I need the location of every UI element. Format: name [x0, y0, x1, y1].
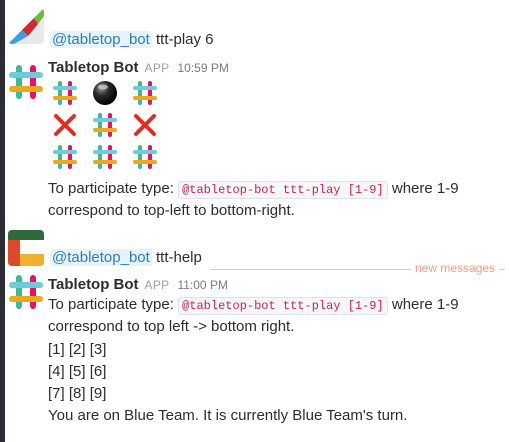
slack-icon — [52, 80, 78, 106]
message-4-line2: correspond to top left -> bottom right. — [48, 318, 295, 335]
slack-icon — [92, 144, 118, 170]
bot-avatar[interactable] — [8, 274, 44, 310]
x-icon — [132, 112, 158, 138]
inline-code: @tabletop-bot ttt-play [1-9] — [178, 297, 388, 315]
mention-link[interactable]: @tabletop_bot — [50, 31, 152, 48]
x-icon — [52, 112, 78, 138]
author-name[interactable]: Tabletop Bot — [48, 59, 139, 76]
slack-icon — [92, 112, 118, 138]
message-1-text: @tabletop_bot ttt-play 6 — [50, 31, 214, 48]
board-row-text: [1] [2] [3] — [48, 341, 107, 358]
message-2-line2: correspond to top-left to bottom-right. — [48, 202, 295, 219]
slack-icon — [132, 144, 158, 170]
app-badge: APP — [144, 278, 170, 292]
board-row-text: [7] [8] [9] — [48, 385, 107, 402]
ball-icon — [92, 80, 118, 106]
sidebar-edge — [0, 0, 5, 442]
message-2-line1: To participate type: @tabletop-bot ttt-p… — [48, 180, 459, 199]
board-row-text: [4] [5] [6] — [48, 363, 107, 380]
inline-code: @tabletop-bot ttt-play [1-9] — [178, 181, 388, 199]
status-text: You are on Blue Team. It is currently Bl… — [48, 407, 408, 424]
slack-icon — [132, 80, 158, 106]
mention-link[interactable]: @tabletop_bot — [50, 249, 152, 266]
timestamp[interactable]: 11:00 PM — [177, 278, 227, 292]
ttt-board — [52, 80, 158, 170]
new-messages-label: new messages — [411, 261, 500, 275]
author-name[interactable]: Tabletop Bot — [48, 276, 139, 293]
slack-icon — [52, 144, 78, 170]
message-4-line1: To participate type: @tabletop-bot ttt-p… — [48, 296, 459, 315]
message-3-text: @tabletop_bot ttt-help — [50, 249, 202, 266]
app-badge: APP — [144, 61, 170, 75]
message-4-header: Tabletop Bot APP 11:00 PM — [48, 275, 228, 295]
user-avatar[interactable] — [8, 230, 44, 266]
timestamp[interactable]: 10:59 PM — [177, 61, 228, 75]
user-avatar[interactable] — [8, 8, 44, 44]
message-2-header: Tabletop Bot APP 10:59 PM — [48, 58, 229, 78]
bot-avatar[interactable] — [8, 64, 44, 100]
